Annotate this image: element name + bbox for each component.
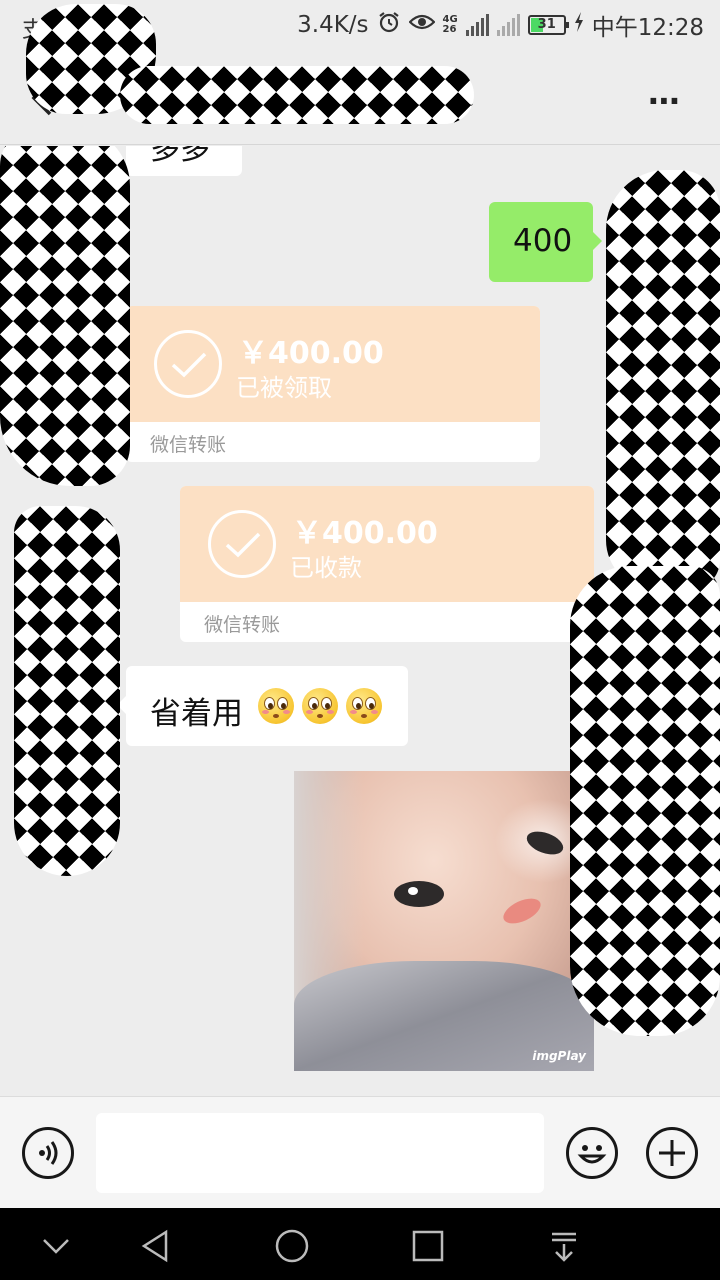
hide-nav-chevron-icon[interactable] (36, 1226, 76, 1266)
message-text: 省着用 (150, 696, 243, 732)
sent-message-bubble[interactable]: 400 (489, 202, 602, 282)
emoji-button[interactable] (566, 1127, 618, 1179)
signal-2-icon (496, 14, 520, 36)
received-message-bubble[interactable]: 省着用 (117, 666, 408, 746)
check-circle-icon (154, 330, 222, 398)
alarm-icon (377, 10, 401, 40)
flushed-face-emoji-icon (346, 688, 382, 724)
charging-icon (574, 12, 584, 38)
status-indicators: 3.4K/s 4G 26 31 中午12:28 (297, 10, 704, 41)
network-type: 4G 26 (442, 14, 458, 35)
photo-watermark: imgPlay (532, 1049, 586, 1063)
battery-icon: 31 (527, 15, 569, 35)
transfer-amount: ￥400.00 (292, 516, 438, 551)
transfer-label: 微信转账 (150, 434, 227, 456)
transfer-status: 已收款 (290, 554, 362, 582)
transfer-card-sent[interactable]: ￥400.00 已收款 微信转账 (180, 486, 594, 642)
home-circle-icon[interactable] (272, 1226, 312, 1266)
transfer-card-received[interactable]: ￥400.00 已被领取 微信转账 (126, 306, 540, 462)
message-input[interactable] (96, 1113, 544, 1193)
message-bubble[interactable]: 多多 (126, 146, 242, 176)
signal-icon (465, 14, 489, 36)
notification-pulldown-icon[interactable] (544, 1226, 584, 1266)
sent-photo-message[interactable]: imgPlay (294, 771, 594, 1071)
system-navigation-bar (0, 1208, 720, 1280)
more-options-button[interactable]: ⋯ (648, 82, 682, 120)
clock-time: 中午12:28 (591, 15, 704, 41)
redaction-mask-title (120, 66, 474, 124)
redaction-mask-right-lower (570, 566, 720, 1036)
flushed-face-emoji-icon (258, 688, 294, 724)
redaction-mask-left-lower (14, 506, 120, 876)
redaction-mask-right (606, 170, 720, 590)
message-list: 多多 400 ￥400.00 已被领取 微信转账 ￥400.00 已收款 微信转… (0, 146, 720, 1096)
check-circle-icon (208, 510, 276, 578)
network-speed: 3.4K/s (297, 12, 369, 38)
transfer-status: 已被领取 (236, 374, 332, 402)
back-triangle-icon[interactable] (136, 1226, 176, 1266)
transfer-label: 微信转账 (204, 614, 281, 636)
transfer-amount: ￥400.00 (238, 336, 384, 371)
input-bar (0, 1096, 720, 1208)
voice-input-button[interactable] (22, 1127, 74, 1179)
redaction-mask-left (0, 146, 130, 486)
recent-apps-square-icon[interactable] (408, 1226, 448, 1266)
message-text: 400 (513, 223, 573, 259)
more-functions-plus-button[interactable] (646, 1127, 698, 1179)
eye-icon (407, 12, 436, 38)
flushed-face-emoji-icon (302, 688, 338, 724)
